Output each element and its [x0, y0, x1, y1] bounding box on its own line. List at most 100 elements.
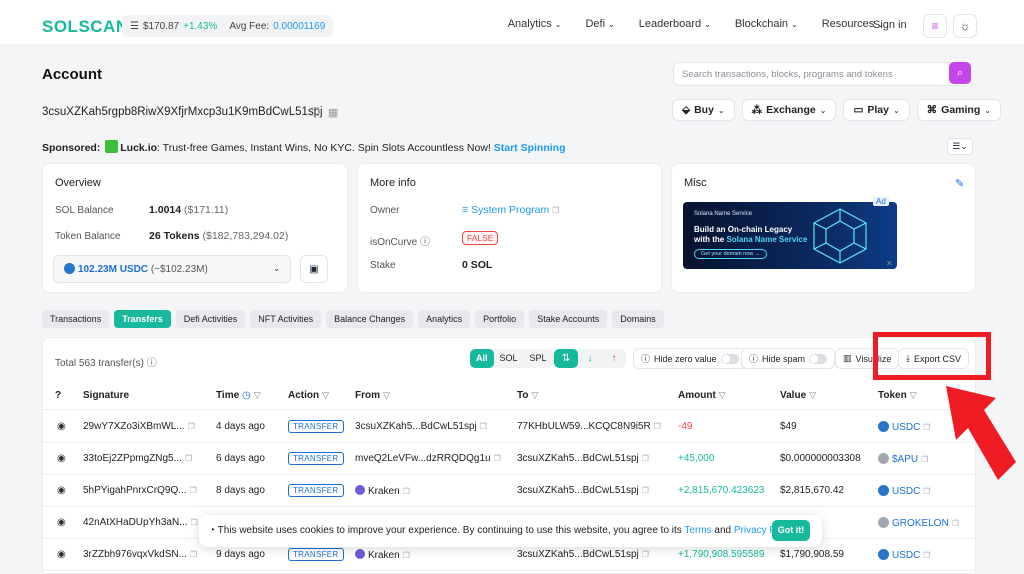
- hide-spam-toggle[interactable]: ⓘ Hide spam: [741, 348, 836, 369]
- tab-stake-accounts[interactable]: Stake Accounts: [529, 310, 608, 328]
- nav-blockchain[interactable]: Blockchain ⌄: [735, 18, 798, 30]
- gaming-button[interactable]: ⌘ Gaming ⌄: [916, 99, 1001, 121]
- signature-link[interactable]: 42nAtXHaDUpYh3aN... ❐: [83, 517, 198, 528]
- to-address[interactable]: 3csuXZKah5...BdCwL51spj ❐: [517, 549, 649, 560]
- col-token[interactable]: Token ▽: [878, 390, 917, 401]
- time-cell: 4 days ago: [216, 421, 265, 432]
- ad-headline-2: with the Solana Name Service: [694, 235, 808, 244]
- tab-portfolio[interactable]: Portfolio: [475, 310, 525, 328]
- search-icon[interactable]: ⌕: [949, 62, 971, 84]
- tab-nft-activities[interactable]: NFT Activities: [250, 310, 322, 328]
- red-arrow-icon: [946, 386, 1016, 480]
- more-info-card: More info Owner ≡ System Program ❐ isOnCu…: [357, 163, 662, 293]
- copy-icon: ❐: [190, 518, 198, 527]
- qr-code-icon[interactable]: ▦: [328, 106, 338, 119]
- amount-cell: +45,000: [678, 453, 715, 464]
- signature-link[interactable]: 3rZZbh976vqxVkdSN... ❐: [83, 549, 197, 560]
- arrow-down-icon[interactable]: ↓: [578, 349, 602, 368]
- eye-icon[interactable]: ◉: [57, 453, 66, 464]
- from-address[interactable]: 3csuXZKah5...BdCwL51spj ❐: [355, 421, 487, 432]
- token-link[interactable]: GROKELON ❐: [878, 517, 959, 529]
- sns-ad-banner[interactable]: Solana Name Service Build an On-chain Le…: [683, 202, 897, 269]
- signature-link[interactable]: 5hPYigahPnrxCrQ9Q... ❐: [83, 485, 197, 496]
- arrow-up-icon[interactable]: ↑: [602, 349, 626, 368]
- start-spinning-link[interactable]: Start Spinning: [494, 142, 566, 154]
- buy-button[interactable]: ⬙ Buy ⌄: [672, 99, 735, 121]
- from-address[interactable]: Kraken ❐: [355, 485, 410, 497]
- filter-sol[interactable]: SOL: [494, 349, 524, 368]
- time-cell: 9 days ago: [216, 549, 265, 560]
- value-cell: $0.000000003308: [780, 453, 861, 464]
- main-nav: Analytics ⌄ Defi ⌄ Leaderboard ⌄ Blockchain…: [508, 18, 884, 30]
- sign-in-link[interactable]: Sign in: [873, 19, 907, 31]
- nav-defi[interactable]: Defi ⌄: [585, 18, 614, 30]
- signature-link[interactable]: 29wY7XZo3iXBmWL... ❐: [83, 421, 195, 432]
- sponsor-brand[interactable]: Luck.io: [120, 142, 157, 154]
- tab-domains[interactable]: Domains: [612, 310, 664, 328]
- both-directions-icon[interactable]: ⇅: [554, 349, 578, 368]
- exchange-button[interactable]: ⁂ Exchange ⌄: [741, 99, 837, 121]
- eye-icon[interactable]: ◉: [57, 517, 66, 528]
- from-address[interactable]: Kraken ❐: [355, 549, 410, 561]
- eye-icon[interactable]: ◉: [57, 421, 66, 432]
- chevron-down-icon: ⌄: [819, 105, 827, 115]
- usdc-icon: [878, 549, 889, 560]
- chevron-down-icon: ⌄: [717, 105, 725, 115]
- misc-card: Misc ✎ Solana Name Service Build an On-c…: [671, 163, 976, 293]
- token-link[interactable]: USDC ❐: [878, 549, 931, 561]
- solana-icon[interactable]: ≡: [923, 14, 947, 38]
- edit-icon[interactable]: ✎: [955, 177, 964, 190]
- sponsor-text: : Trust-free Games, Instant Wins, No KYC…: [157, 142, 491, 154]
- chevron-down-icon: ⌄: [984, 105, 991, 115]
- token-link[interactable]: $APU ❐: [878, 453, 928, 465]
- got-it-button[interactable]: Got it!: [772, 520, 810, 541]
- to-address[interactable]: 3csuXZKah5...BdCwL51spj ❐: [517, 485, 649, 496]
- filter-spl[interactable]: SPL: [524, 349, 553, 368]
- terms-link[interactable]: Terms: [684, 525, 711, 536]
- tab-transfers[interactable]: Transfers: [114, 310, 171, 328]
- to-address[interactable]: 77KHbULW59...KCQC8N9i5R ❐: [517, 421, 661, 432]
- col-to[interactable]: To ▽: [517, 390, 538, 401]
- col-amount[interactable]: Amount ▽: [678, 390, 726, 401]
- filter-all[interactable]: All: [470, 349, 494, 368]
- nav-leaderboard[interactable]: Leaderboard ⌄: [639, 18, 711, 30]
- chart-icon: ▥: [843, 353, 852, 363]
- token-link[interactable]: USDC ❐: [878, 485, 931, 497]
- from-address[interactable]: mveQ2LeVFw...dzRRQDQg1u ❐: [355, 453, 501, 464]
- fee-value: 0.00001169: [273, 20, 326, 32]
- chevron-down-icon: ⌄: [608, 20, 615, 29]
- get-domain-button[interactable]: Get your domain now →: [694, 249, 768, 259]
- solscan-logo[interactable]: SOLSCAN: [42, 17, 129, 37]
- misc-title: Misc: [684, 177, 707, 189]
- col-time[interactable]: Time ◷ ▽: [216, 390, 261, 401]
- copy-icon: ❐: [653, 422, 661, 431]
- col-from[interactable]: From ▽: [355, 390, 390, 401]
- eye-icon[interactable]: ◉: [57, 485, 66, 496]
- eye-icon[interactable]: ◉: [57, 549, 66, 560]
- direction-filter: ⇅ ↓ ↑: [554, 349, 626, 368]
- play-button[interactable]: ▭ Play ⌄: [843, 99, 910, 121]
- theme-toggle-icon[interactable]: ☼: [953, 14, 977, 38]
- to-address[interactable]: 3csuXZKah5...BdCwL51spj ❐: [517, 453, 649, 464]
- close-icon[interactable]: ✕: [886, 259, 893, 268]
- wallet-icon[interactable]: ▣: [300, 255, 328, 283]
- tab-balance-changes[interactable]: Balance Changes: [326, 310, 414, 328]
- token-link[interactable]: USDC ❐: [878, 421, 931, 433]
- filter-icon: ▽: [809, 390, 817, 400]
- signature-link[interactable]: 33toEj2ZPpmgZNg5... ❐: [83, 453, 192, 464]
- hide-zero-toggle[interactable]: ⓘ Hide zero value: [633, 348, 747, 369]
- search-input[interactable]: Search transactions, blocks, programs an…: [673, 62, 971, 86]
- token-select[interactable]: 102.23M USDC (~$102.23M) ⌄: [53, 255, 291, 283]
- tab-defi-activities[interactable]: Defi Activities: [175, 310, 246, 328]
- nav-analytics[interactable]: Analytics ⌄: [508, 18, 562, 30]
- list-view-toggle[interactable]: ☰⌄: [947, 138, 973, 155]
- col-action[interactable]: Action ▽: [288, 390, 329, 401]
- exchange-icon: ⁂: [751, 104, 763, 116]
- owner-link[interactable]: ≡ System Program ❐: [462, 204, 559, 216]
- tab-transactions[interactable]: Transactions: [42, 310, 110, 328]
- col-value[interactable]: Value ▽: [780, 390, 816, 401]
- tab-analytics[interactable]: Analytics: [418, 310, 471, 328]
- copy-icon[interactable]: ❐: [310, 106, 320, 119]
- help-icon[interactable]: ?: [55, 390, 61, 401]
- clock-icon: ◷: [239, 390, 251, 401]
